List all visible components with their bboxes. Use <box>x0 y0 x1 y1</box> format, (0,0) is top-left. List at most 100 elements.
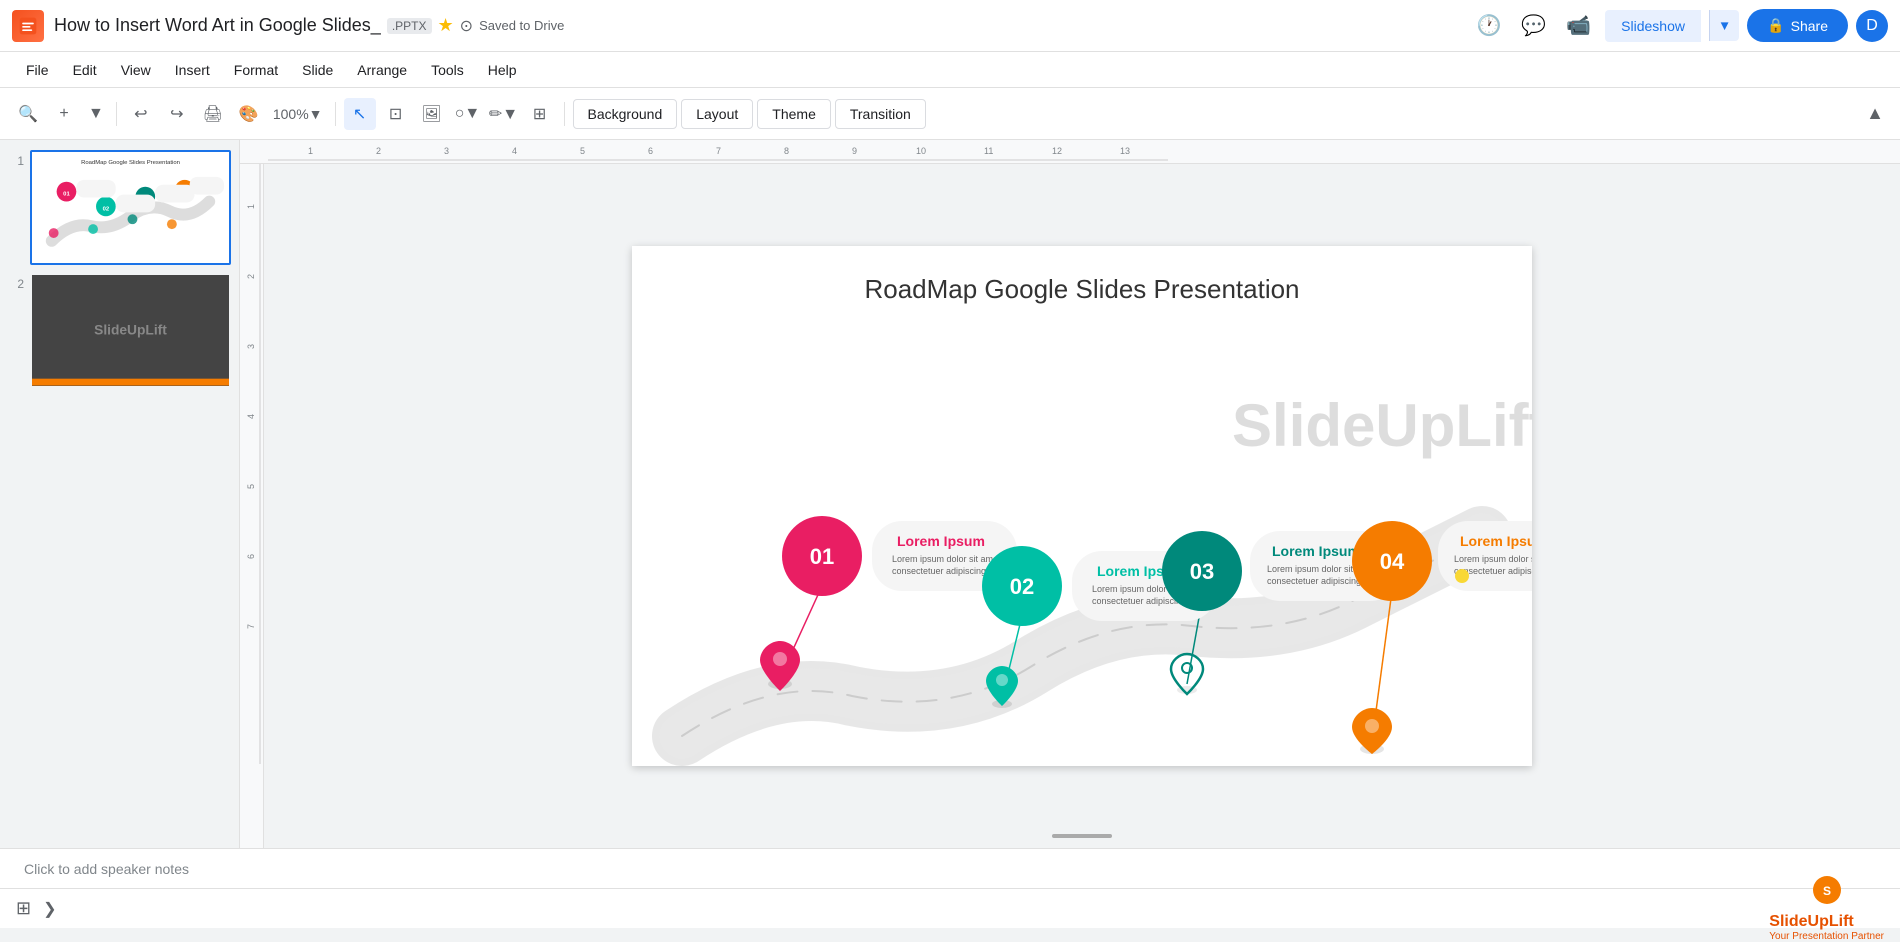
slide-item-2[interactable]: 2 SlideUpLift <box>8 273 231 388</box>
slide-number-1: 1 <box>8 150 24 168</box>
shapes-button[interactable]: ○▼ <box>452 98 484 130</box>
saved-status: Saved to Drive <box>479 18 564 33</box>
comments-icon[interactable]: 💬 <box>1515 7 1552 44</box>
user-avatar[interactable]: D <box>1856 10 1888 42</box>
insert-image-button[interactable]: 🖼 <box>416 98 448 130</box>
slide-item-1[interactable]: 1 RoadMap Google Slides Presentation 01 … <box>8 150 231 265</box>
svg-text:02: 02 <box>1010 574 1034 599</box>
menu-tools[interactable]: Tools <box>421 58 474 82</box>
slideshow-dropdown-button[interactable]: ▼ <box>1709 10 1739 41</box>
svg-text:4: 4 <box>512 146 517 156</box>
bottom-right: S SlideUpLift Your Presentation Partner <box>1769 875 1884 942</box>
background-button[interactable]: Background <box>573 99 678 129</box>
svg-text:4: 4 <box>246 414 256 419</box>
toolbar-separator-1 <box>116 102 117 126</box>
scroll-indicator <box>1052 834 1112 838</box>
svg-text:11: 11 <box>984 146 993 156</box>
menu-view[interactable]: View <box>111 58 161 82</box>
slide-thumbnail-2[interactable]: SlideUpLift <box>30 273 231 388</box>
svg-text:01: 01 <box>63 192 70 198</box>
svg-text:12: 12 <box>1052 146 1062 156</box>
slide-canvas[interactable]: RoadMap Google Slides Presentation Slide… <box>632 246 1532 766</box>
transition-button[interactable]: Transition <box>835 99 926 129</box>
zoom-percent-button[interactable]: 100%▼ <box>269 98 327 130</box>
slide-number-2: 2 <box>8 273 24 291</box>
svg-text:6: 6 <box>246 554 256 559</box>
svg-text:9: 9 <box>852 146 857 156</box>
svg-text:2: 2 <box>246 274 256 279</box>
title-bar: How to Insert Word Art in Google Slides_… <box>0 0 1900 52</box>
expand-panel-button[interactable]: ❯ <box>43 899 56 919</box>
collapse-toolbar-button[interactable]: ▲ <box>1862 99 1888 128</box>
file-title-area: How to Insert Word Art in Google Slides_… <box>54 15 1460 36</box>
zoom-menu-button[interactable]: ▼ <box>84 98 108 130</box>
theme-button[interactable]: Theme <box>757 99 831 129</box>
svg-text:13: 13 <box>1120 146 1130 156</box>
add-button[interactable]: ⊞ <box>524 98 556 130</box>
slideshow-button[interactable]: Slideshow <box>1605 10 1701 42</box>
present-options-icon[interactable]: 📹 <box>1560 7 1597 44</box>
zoom-add-button[interactable]: + <box>48 98 80 130</box>
slide-thumb-inner-2: SlideUpLift <box>32 275 229 386</box>
menu-bar: File Edit View Insert Format Slide Arran… <box>0 52 1900 88</box>
layout-button[interactable]: Layout <box>681 99 753 129</box>
star-icon[interactable]: ★ <box>438 15 454 36</box>
svg-text:1: 1 <box>308 146 313 156</box>
svg-text:Lorem Ipsum: Lorem Ipsum <box>897 533 985 549</box>
grid-view-button[interactable]: ⊞ <box>16 898 31 919</box>
history-icon[interactable]: 🕐 <box>1470 7 1507 44</box>
left-ruler: 1 2 3 4 5 6 7 <box>240 164 264 848</box>
svg-text:6: 6 <box>648 146 653 156</box>
svg-text:Lorem ipsum dolor sit amet,: Lorem ipsum dolor sit amet, <box>1454 554 1532 564</box>
slide-thumbnail-1[interactable]: RoadMap Google Slides Presentation 01 02… <box>30 150 231 265</box>
print-button[interactable]: 🖨 <box>197 98 229 130</box>
select-area-button[interactable]: ⊡ <box>380 98 412 130</box>
svg-text:1: 1 <box>246 204 256 209</box>
svg-text:Lorem Ipsum: Lorem Ipsum <box>1272 543 1360 559</box>
svg-text:5: 5 <box>580 146 585 156</box>
logo-main-text: SlideUpLift <box>1769 913 1884 931</box>
logo-sub-text: Your Presentation Partner <box>1769 931 1884 942</box>
ruler-area: 1 2 3 4 5 6 7 8 9 10 11 12 13 1 2 <box>240 140 1900 848</box>
search-button[interactable]: 🔍 <box>12 98 44 130</box>
menu-slide[interactable]: Slide <box>292 58 343 82</box>
main-area: 1 RoadMap Google Slides Presentation 01 … <box>0 140 1900 848</box>
slideuplift-logo: S SlideUpLift Your Presentation Partner <box>1769 875 1884 942</box>
top-ruler: 1 2 3 4 5 6 7 8 9 10 11 12 13 <box>240 140 1900 164</box>
speaker-notes[interactable]: Click to add speaker notes <box>0 848 1900 888</box>
file-badge: .PPTX <box>387 18 432 34</box>
slide-thumb-inner-1: RoadMap Google Slides Presentation 01 02… <box>32 152 229 263</box>
undo-button[interactable]: ↩ <box>125 98 157 130</box>
menu-arrange[interactable]: Arrange <box>347 58 417 82</box>
svg-text:10: 10 <box>916 146 926 156</box>
svg-text:3: 3 <box>246 344 256 349</box>
speaker-notes-placeholder: Click to add speaker notes <box>24 861 189 877</box>
slide-title: RoadMap Google Slides Presentation <box>864 274 1299 304</box>
menu-insert[interactable]: Insert <box>165 58 220 82</box>
menu-edit[interactable]: Edit <box>63 58 107 82</box>
svg-text:03: 03 <box>1190 559 1214 584</box>
menu-file[interactable]: File <box>16 58 59 82</box>
slideuplift-logo-icon: S <box>1812 875 1842 905</box>
svg-text:SlideUpLift: SlideUpLift <box>94 322 167 337</box>
lock-icon: 🔒 <box>1767 17 1784 34</box>
drive-icon[interactable]: ⊙ <box>460 16 473 36</box>
share-label: Share <box>1791 18 1828 34</box>
toolbar-separator-3 <box>564 102 565 126</box>
toolbar: 🔍 + ▼ ↩ ↪ 🖨 🎨 100%▼ ↖ ⊡ 🖼 ○▼ ✏▼ ⊞ Backgr… <box>0 88 1900 140</box>
line-button[interactable]: ✏▼ <box>488 98 520 130</box>
svg-text:RoadMap Google Slides Presenta: RoadMap Google Slides Presentation <box>81 160 180 166</box>
doc-title: How to Insert Word Art in Google Slides_… <box>54 15 1460 36</box>
share-button[interactable]: 🔒 Share <box>1747 9 1848 42</box>
svg-text:2: 2 <box>376 146 381 156</box>
redo-button[interactable]: ↪ <box>161 98 193 130</box>
slide-canvas-area[interactable]: RoadMap Google Slides Presentation Slide… <box>264 164 1900 848</box>
svg-text:5: 5 <box>246 484 256 489</box>
menu-format[interactable]: Format <box>224 58 288 82</box>
select-button[interactable]: ↖ <box>344 98 376 130</box>
paint-format-button[interactable]: 🎨 <box>233 98 265 130</box>
toolbar-separator-2 <box>335 102 336 126</box>
svg-text:02: 02 <box>103 206 110 212</box>
menu-help[interactable]: Help <box>478 58 527 82</box>
cursor-dot <box>1455 569 1469 583</box>
